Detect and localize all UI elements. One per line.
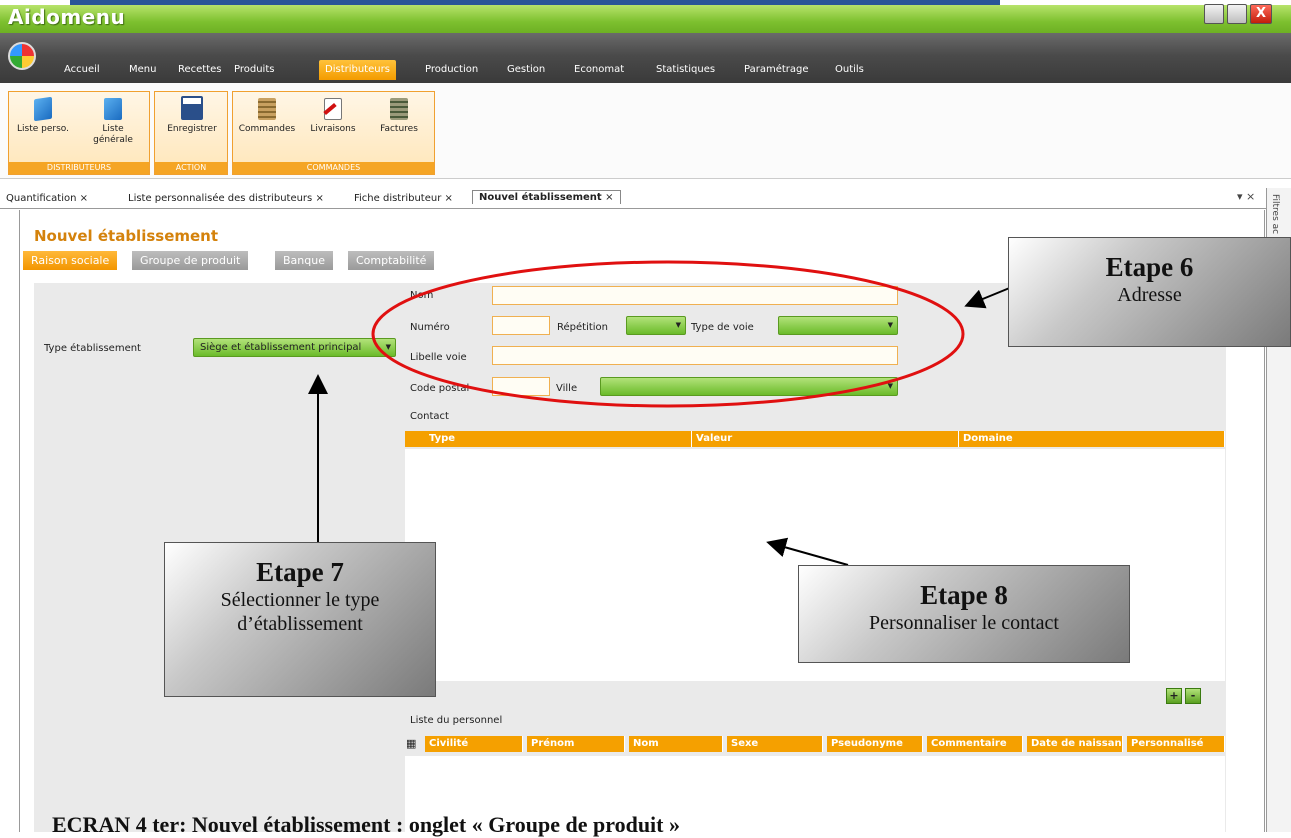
etape7-callout: Etape 7 Sélectionner le type d’établisse… (164, 542, 436, 697)
etape8-callout: Etape 8 Personnaliser le contact (798, 565, 1130, 663)
etape6-callout: Etape 6 Adresse (1008, 237, 1291, 347)
etape6-arrow (964, 286, 1013, 309)
etape8-text: Personnaliser le contact (869, 612, 1059, 634)
etape6-title: Etape 6 (1105, 252, 1194, 282)
screen-caption: ECRAN 4 ter: Nouvel établissement : ongl… (52, 812, 680, 837)
etape8-arrow (766, 537, 849, 566)
etape6-text: Adresse (1117, 284, 1182, 306)
etape7-text-line1: Sélectionner le type (220, 589, 380, 611)
etape7-text-line2: d’établissement (237, 613, 363, 635)
address-highlight-ellipse (371, 260, 965, 408)
etape7-title: Etape 7 (256, 557, 344, 587)
annotation-overlay (308, 260, 1013, 566)
etape8-title: Etape 8 (920, 580, 1008, 610)
